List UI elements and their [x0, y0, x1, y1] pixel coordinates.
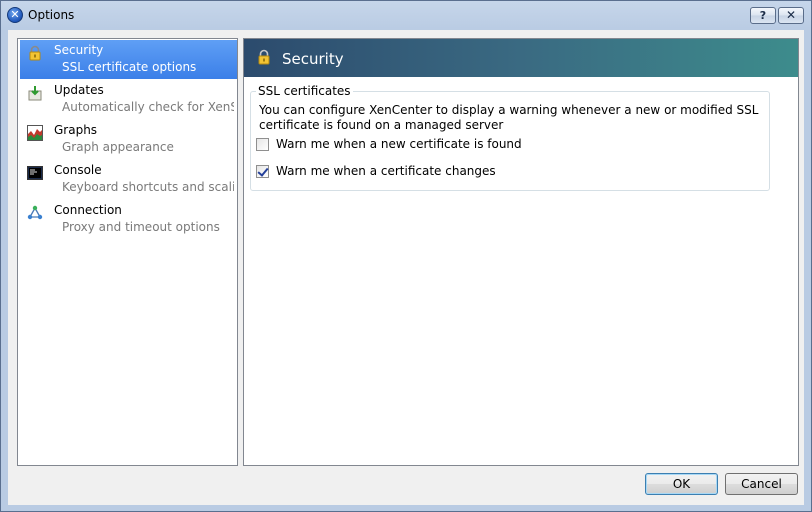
nav-item-connection[interactable]: Connection Proxy and timeout options: [20, 200, 237, 239]
ok-button[interactable]: OK: [645, 473, 718, 495]
nav-item-console[interactable]: Console Keyboard shortcuts and scalin...: [20, 160, 237, 199]
nav-item-subtitle: Proxy and timeout options: [62, 220, 220, 234]
nav-item-graphs[interactable]: Graphs Graph appearance: [20, 120, 237, 159]
nav-item-subtitle: Automatically check for XenS...: [62, 100, 234, 114]
nav-item-title: Console: [54, 163, 102, 177]
warn-new-certificate-checkbox[interactable]: [256, 138, 269, 151]
warn-certificate-changes-checkbox[interactable]: [256, 165, 269, 178]
title-bar[interactable]: ✕ Options ? ✕: [1, 1, 811, 30]
options-nav-list: Security SSL certificate options Updates…: [17, 38, 238, 466]
ssl-description: You can configure XenCenter to display a…: [259, 103, 759, 132]
graph-icon: [27, 125, 43, 141]
padlock-icon: [29, 45, 41, 61]
checkbox-label[interactable]: Warn me when a certificate changes: [276, 164, 496, 178]
window-title: Options: [28, 8, 75, 22]
nav-item-subtitle: Keyboard shortcuts and scalin...: [62, 180, 234, 194]
nav-item-title: Connection: [54, 203, 122, 217]
padlock-icon: [258, 49, 270, 65]
nav-item-subtitle: Graph appearance: [62, 140, 174, 154]
nav-item-subtitle: SSL certificate options: [62, 60, 197, 74]
nav-item-security[interactable]: Security SSL certificate options: [20, 40, 237, 79]
dialog-client-area: Security SSL certificate options Updates…: [8, 30, 804, 505]
close-icon: ✕: [785, 8, 797, 22]
close-button[interactable]: ✕: [778, 7, 804, 24]
nav-item-title: Security: [54, 43, 104, 57]
options-dialog: ✕ Options ? ✕ Security SSL certificate o…: [0, 0, 812, 512]
cancel-button[interactable]: Cancel: [725, 473, 798, 495]
page-title: Security: [282, 50, 344, 68]
console-icon: [27, 166, 43, 180]
update-download-icon: [28, 86, 42, 101]
nav-item-title: Updates: [54, 83, 104, 97]
network-icon: [27, 205, 43, 220]
nav-item-title: Graphs: [54, 123, 98, 137]
help-button[interactable]: ?: [750, 7, 776, 24]
page-header-banner: Security: [244, 39, 798, 77]
groupbox-label: SSL certificates: [256, 84, 353, 98]
nav-item-updates[interactable]: Updates Automatically check for XenS...: [20, 80, 237, 119]
xencenter-app-icon: ✕: [7, 7, 23, 23]
checkbox-label[interactable]: Warn me when a new certificate is found: [276, 137, 522, 151]
settings-page-panel: Security SSL certificates You can config…: [243, 38, 799, 466]
